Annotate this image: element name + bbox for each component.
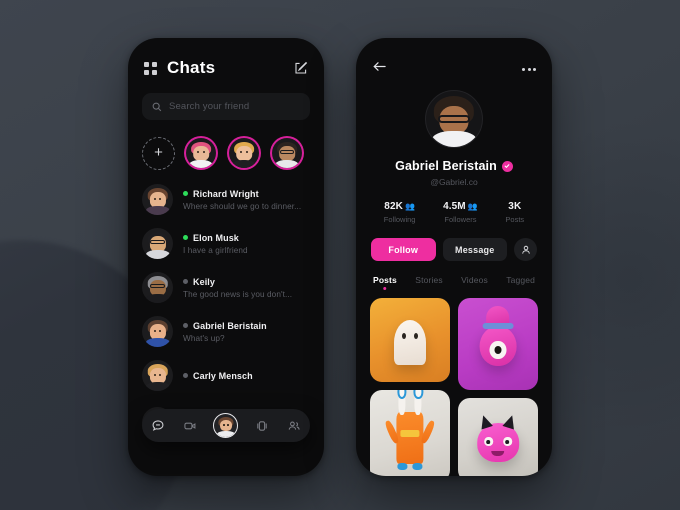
profile-avatar-icon[interactable] [213, 413, 239, 438]
tab-tagged[interactable]: Tagged [506, 275, 535, 290]
stat-emoji: 👥 [467, 202, 478, 211]
stat-value: 4.5M [443, 201, 466, 212]
compose-edit-icon[interactable] [294, 61, 308, 75]
stat-value: 82K [384, 201, 403, 212]
stat-following[interactable]: 82K 👥 Following [384, 201, 416, 224]
chat-list-item[interactable]: Richard Wright Where should we go to din… [142, 184, 310, 215]
status-badge [183, 279, 188, 284]
contact-name: Carly Mensch [193, 370, 253, 381]
contact-name: Keily [193, 276, 216, 287]
profile-stats: 82K 👥 Following 4.5M 👥 Followers 3K Posts [356, 201, 552, 224]
contact-name: Gabriel Beristain [193, 320, 267, 331]
profile-tabs: Posts Stories Videos Tagged [356, 261, 552, 290]
avatar [142, 360, 173, 391]
tab-stories[interactable]: Stories [415, 275, 443, 290]
post-orange-robot-character[interactable] [370, 390, 450, 476]
chats-header: Chats [128, 38, 324, 78]
search-placeholder: Search your friend [169, 101, 250, 112]
profile-screen-panel: Gabriel Beristain @Gabriel.co 82K 👥 Follo… [356, 38, 552, 476]
contact-name: Richard Wright [193, 188, 259, 199]
profile-photo[interactable] [425, 90, 483, 148]
search-input[interactable]: Search your friend [142, 93, 310, 120]
follow-button[interactable]: Follow [371, 238, 436, 261]
stat-emoji: 👥 [404, 202, 415, 211]
search-icon [152, 102, 162, 111]
bottom-navigation [142, 409, 310, 442]
message-preview: I have a girlfriend [183, 245, 248, 255]
message-button[interactable]: Message [442, 238, 507, 261]
profile-actions: Follow Message [356, 224, 552, 261]
post-pink-devil-character[interactable] [458, 398, 538, 476]
tab-posts[interactable]: Posts [373, 275, 397, 290]
story-avatar-0[interactable] [184, 136, 218, 170]
stat-value: 3K [508, 201, 522, 212]
message-preview: The good news is you don't... [183, 289, 293, 299]
profile-name: Gabriel Beristain [395, 159, 497, 173]
add-story-button[interactable]: + [142, 136, 175, 170]
message-preview: Where should we go to dinner... [183, 201, 302, 211]
chat-list-item[interactable]: Carly Mensch [142, 360, 310, 391]
more-options-icon[interactable] [522, 67, 536, 71]
video-camera-icon[interactable] [182, 418, 198, 434]
add-story-plus: + [154, 143, 163, 161]
chats-screen-panel: Chats Search your friend + Richard Wrigh… [128, 38, 324, 476]
story-avatar-1[interactable] [227, 136, 261, 170]
profile-header [356, 38, 552, 78]
chat-list-item[interactable]: Elon Musk I have a girlfriend [142, 228, 310, 259]
add-friend-icon[interactable] [514, 238, 537, 261]
chat-list-item[interactable]: Gabriel Beristain What's up? [142, 316, 310, 347]
back-arrow-icon[interactable] [372, 60, 387, 78]
posts-grid [356, 290, 552, 476]
profile-name-row: Gabriel Beristain [356, 159, 552, 173]
contact-name: Elon Musk [193, 232, 239, 243]
avatar [142, 228, 173, 259]
profile-handle: @Gabriel.co [430, 177, 478, 187]
stat-label: Following [383, 215, 416, 224]
status-badge [183, 235, 188, 240]
chat-bubble-icon[interactable] [150, 418, 166, 434]
stories-row: + [128, 120, 324, 170]
post-ghost-character[interactable] [370, 298, 450, 382]
people-group-icon[interactable] [286, 418, 302, 434]
post-pink-blob-character[interactable] [458, 298, 538, 390]
avatar [142, 184, 173, 215]
tab-videos[interactable]: Videos [461, 275, 488, 290]
stories-cards-icon[interactable] [254, 418, 270, 434]
chat-list-item[interactable]: Keily The good news is you don't... [142, 272, 310, 303]
story-avatar-2[interactable] [270, 136, 304, 170]
stat-label: Posts [505, 215, 525, 224]
avatar [142, 316, 173, 347]
status-badge [183, 373, 188, 378]
status-badge [183, 323, 188, 328]
page-title: Chats [167, 58, 216, 77]
stat-posts[interactable]: 3K Posts [505, 201, 524, 224]
grid-icon[interactable] [144, 61, 157, 75]
message-preview: What's up? [183, 333, 225, 343]
verified-check-icon [501, 160, 513, 172]
conversation-list: Richard Wright Where should we go to din… [128, 170, 324, 438]
status-badge [183, 191, 188, 196]
stat-label: Followers [444, 215, 477, 224]
stat-followers[interactable]: 4.5M 👥 Followers [443, 201, 478, 224]
avatar [142, 272, 173, 303]
